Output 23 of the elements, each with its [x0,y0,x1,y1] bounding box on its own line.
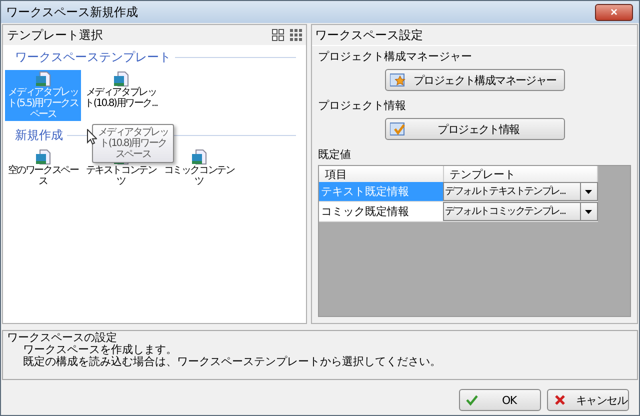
description-title: ワークスペースの設定 [7,332,118,344]
tooltip: メディアタブレット(10.8)用ワークスペース [92,124,174,163]
description-text: ワークスペースを作成します。 [22,344,178,356]
template-item[interactable]: 空のワークスペース [5,148,81,188]
table-cell[interactable]: コミック既定情報 [319,202,443,222]
section-title: ワークスペーステンプレート [15,49,171,66]
ok-button[interactable]: OK [459,389,541,411]
section-label: プロジェクト構成マネージャー [317,49,473,65]
template-dropdown[interactable]: デフォルトテキストテンプレ... [443,182,598,201]
column-header: テンプレート [443,166,598,182]
section-title: 新規作成 [15,127,63,144]
section-label: 既定値 [317,147,352,163]
template-dropdown[interactable]: デフォルトコミックテンプレ... [443,202,598,221]
panel-title: テンプレート選択 [7,26,103,44]
panel-title: ワークスペース設定 [312,25,637,46]
section-label: プロジェクト情報 [317,98,407,114]
window-title: ワークスペース新規作成 [6,4,138,20]
description-text: 既定の構成を読み込む場合は、ワークスペーステンプレートから選択してください。 [22,356,442,368]
project-button[interactable]: プロジェクト情報 [384,118,564,140]
template-item[interactable]: メディアタブレット(10.8)用ワーク... [83,70,159,121]
cancel-button[interactable]: キャンセル [547,389,629,411]
column-header: 項目 [319,166,443,182]
project-button[interactable]: プロジェクト構成マネージャー [384,69,564,91]
